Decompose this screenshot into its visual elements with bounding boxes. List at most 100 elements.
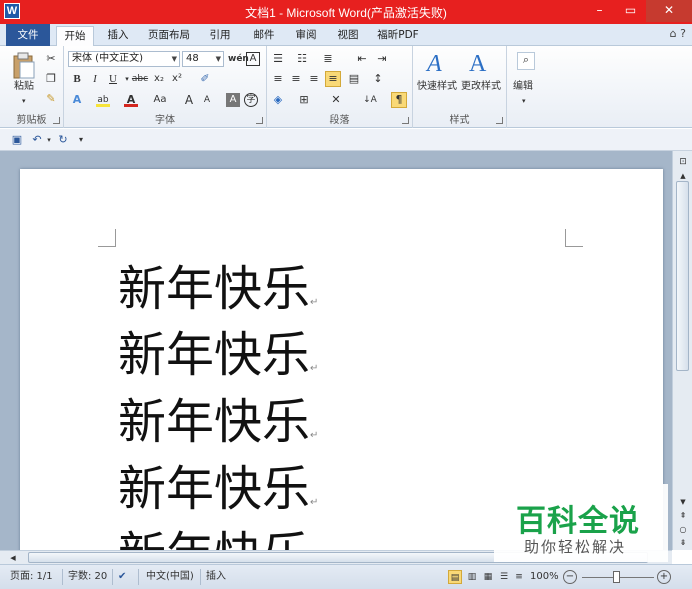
minimize-button[interactable]: – [584, 0, 615, 22]
tab-mailings[interactable]: 邮件 [246, 26, 282, 46]
subscript-button[interactable]: x₂ [152, 72, 166, 86]
document-line[interactable]: 新年快乐↵ [118, 449, 318, 519]
divider [138, 569, 139, 585]
document-line[interactable]: 新年快乐↵ [118, 515, 318, 550]
zoom-slider-thumb[interactable] [613, 571, 620, 583]
zoom-level[interactable]: 100% [530, 570, 559, 584]
help-icon[interactable]: ⌂ ? [670, 27, 686, 40]
quick-styles-button[interactable]: 快速样式 [417, 80, 457, 94]
decrease-indent-icon[interactable]: ⇤ [355, 52, 369, 66]
change-case-button[interactable]: Aa [150, 93, 170, 107]
chevron-down-icon[interactable]: ▾ [522, 94, 526, 108]
line-spacing-icon[interactable]: ↕ [371, 72, 385, 86]
shading-icon[interactable]: ◈ [271, 93, 285, 107]
pinyin-guide-icon[interactable]: wén [228, 52, 249, 66]
sort-icon[interactable]: ↓A [363, 93, 377, 107]
tab-insert[interactable]: 插入 [100, 26, 136, 46]
tab-file[interactable]: 文件 [6, 24, 50, 46]
proofing-icon[interactable]: ✔ [118, 570, 126, 584]
superscript-button[interactable]: x² [170, 72, 184, 86]
word-count[interactable]: 字数: 20 [68, 570, 107, 584]
paste-icon[interactable] [12, 52, 36, 80]
align-left-icon[interactable]: ≡ [271, 72, 285, 86]
vertical-scroll-thumb[interactable] [676, 181, 689, 371]
maximize-button[interactable]: ▭ [615, 0, 646, 22]
select-browse-object-icon[interactable]: ○ [676, 523, 690, 537]
tab-references[interactable]: 引用 [202, 26, 238, 46]
binoculars-icon[interactable]: ⌕ [517, 52, 535, 70]
language-indicator[interactable]: 中文(中国) [146, 570, 194, 584]
justify-icon[interactable]: ≡ [325, 71, 341, 87]
bold-button[interactable]: B [70, 72, 84, 86]
clear-format-icon[interactable]: ✐ [198, 72, 212, 86]
scroll-left-icon[interactable]: ◀ [6, 551, 20, 565]
document-line[interactable]: 新年快乐↵ [118, 315, 318, 385]
draft-view-icon[interactable]: ≡ [512, 570, 526, 584]
scroll-down-icon[interactable]: ▼ [676, 495, 690, 509]
italic-button[interactable]: I [88, 72, 102, 86]
tab-home[interactable]: 开始 [56, 26, 94, 46]
borders-icon[interactable]: ⊞ [297, 93, 311, 107]
align-center-icon[interactable]: ≡ [289, 72, 303, 86]
clipboard-launcher-icon[interactable] [53, 117, 60, 124]
redo-icon[interactable]: ↻ [56, 133, 70, 147]
align-right-icon[interactable]: ≡ [307, 72, 321, 86]
close-button[interactable]: ✕ [646, 0, 692, 22]
web-layout-icon[interactable]: ▦ [481, 570, 495, 584]
styles-launcher-icon[interactable] [496, 117, 503, 124]
chinese-layout-icon[interactable]: ✕ [329, 93, 343, 107]
highlight-icon[interactable]: ab [96, 93, 110, 107]
next-page-icon[interactable]: ⇟ [676, 536, 690, 550]
enclose-char-icon[interactable]: 字 [244, 93, 258, 107]
grow-font-button[interactable]: A [182, 93, 196, 107]
ruler-toggle-icon[interactable]: ⊡ [676, 155, 690, 169]
paste-dropdown-icon[interactable]: ▾ [22, 94, 26, 108]
editing-button[interactable]: 编辑 [513, 80, 533, 94]
paste-label[interactable]: 粘贴 [14, 80, 34, 94]
cut-icon[interactable]: ✂ [44, 52, 58, 66]
save-icon[interactable]: ▣ [10, 133, 24, 147]
tab-foxit-pdf[interactable]: 福昕PDF [372, 26, 424, 46]
tab-review[interactable]: 审阅 [288, 26, 324, 46]
multilevel-list-icon[interactable]: ≣ [321, 52, 335, 66]
styles-group-label: 样式 [449, 115, 470, 126]
increase-indent-icon[interactable]: ⇥ [375, 52, 389, 66]
distributed-icon[interactable]: ▤ [347, 72, 361, 86]
previous-page-icon[interactable]: ⇞ [676, 509, 690, 523]
change-styles-icon[interactable]: A [469, 50, 486, 78]
font-name-combo[interactable]: 宋体 (中文正文) ▼ [68, 51, 180, 67]
document-line[interactable]: 新年快乐↵ [118, 249, 318, 319]
char-border-icon[interactable]: A [246, 52, 260, 66]
font-launcher-icon[interactable] [256, 117, 263, 124]
shrink-font-button[interactable]: A [200, 93, 214, 107]
print-layout-icon[interactable]: ▤ [448, 570, 462, 584]
font-color-icon[interactable]: A [124, 93, 138, 107]
underline-button[interactable]: U [106, 72, 120, 86]
text-effects-icon[interactable]: A [70, 93, 84, 107]
paragraph-launcher-icon[interactable] [402, 117, 409, 124]
format-painter-icon[interactable]: ✎ [44, 92, 58, 106]
copy-icon[interactable]: ❐ [44, 72, 58, 86]
char-shading-icon[interactable]: A [226, 93, 240, 107]
zoom-out-icon[interactable]: − [563, 570, 577, 584]
strikethrough-button[interactable]: abc [130, 72, 150, 86]
page-count[interactable]: 页面: 1/1 [10, 570, 53, 584]
document-line[interactable]: 新年快乐↵ [118, 382, 318, 452]
zoom-in-icon[interactable]: + [657, 570, 671, 584]
full-screen-reading-icon[interactable]: ▥ [465, 570, 479, 584]
quick-styles-icon[interactable]: A [427, 50, 442, 78]
insert-mode-indicator[interactable]: 插入 [206, 570, 226, 584]
numbering-icon[interactable]: ☷ [295, 52, 309, 66]
outline-view-icon[interactable]: ☰ [497, 570, 511, 584]
change-styles-button[interactable]: 更改样式 [461, 80, 501, 94]
customize-qat-icon[interactable]: ▾ [74, 133, 88, 147]
show-formatting-icon[interactable]: ¶ [391, 92, 407, 108]
vertical-scrollbar[interactable]: ⊡ ▲ ▼ ⇞ ○ ⇟ [672, 151, 692, 550]
tab-view[interactable]: 视图 [330, 26, 366, 46]
chevron-down-icon[interactable]: ▾ [42, 133, 56, 147]
tab-page-layout[interactable]: 页面布局 [142, 26, 196, 46]
window-controls: – ▭ ✕ [584, 0, 692, 24]
watermark-subtitle: 助你轻松解决 [524, 538, 627, 556]
font-size-combo[interactable]: 48 ▼ [182, 51, 224, 67]
bullets-icon[interactable]: ☰ [271, 52, 285, 66]
